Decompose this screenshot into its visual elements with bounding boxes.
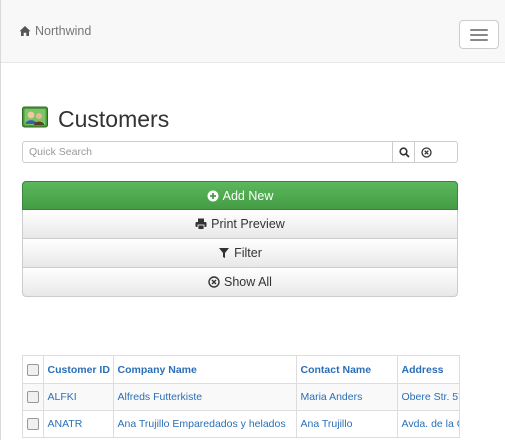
customer-id-cell[interactable]: ALFKI <box>43 383 114 411</box>
print-preview-button[interactable]: Print Preview <box>22 210 458 239</box>
table-row[interactable]: ALFKI Alfreds Futterkiste Maria Anders O… <box>23 383 459 411</box>
row-select-cell <box>23 410 44 438</box>
company-name-cell[interactable]: Ana Trujillo Emparedados y helados <box>113 410 297 438</box>
brand-label: Northwind <box>35 24 92 38</box>
customer-id-cell[interactable]: ANATR <box>43 410 114 438</box>
select-all-checkbox[interactable] <box>27 363 39 376</box>
page-header: Customers <box>22 104 169 134</box>
address-cell[interactable]: Avda. de la Constitución 2222 <box>397 410 459 438</box>
row-checkbox[interactable] <box>27 418 39 431</box>
company-name-cell[interactable]: Alfreds Futterkiste <box>113 383 297 411</box>
quick-search <box>22 141 458 163</box>
select-all-cell <box>23 356 44 384</box>
show-all-button[interactable]: Show All <box>22 268 458 297</box>
hamburger-menu-icon <box>470 29 488 31</box>
table-row[interactable]: ANATR Ana Trujillo Emparedados y helados… <box>23 410 459 438</box>
filter-button[interactable]: Filter <box>22 239 458 268</box>
navbar: Northwind <box>1 0 505 63</box>
column-header-contact-name[interactable]: Contact Name <box>296 356 398 384</box>
row-select-cell <box>23 383 44 411</box>
clear-search-button[interactable] <box>414 142 437 162</box>
table-header-row: Customer ID Company Name Contact Name Ad… <box>23 356 459 384</box>
brand-link[interactable]: Northwind <box>19 24 91 38</box>
printer-icon <box>195 218 207 230</box>
add-new-button[interactable]: Add New <box>22 181 458 210</box>
contact-name-cell[interactable]: Ana Trujillo <box>296 410 398 438</box>
action-buttons: Add New Print Preview Filter Show All <box>22 181 458 297</box>
add-new-label: Add New <box>222 188 274 203</box>
plus-circle-icon <box>207 190 219 202</box>
home-icon <box>19 25 31 37</box>
show-all-label: Show All <box>224 275 272 289</box>
page-title: Customers <box>58 105 170 132</box>
contact-name-cell[interactable]: Maria Anders <box>296 383 398 411</box>
print-preview-label: Print Preview <box>211 217 285 231</box>
clear-circle-icon <box>208 276 220 288</box>
column-header-company-name[interactable]: Company Name <box>113 356 297 384</box>
clear-circle-icon <box>420 146 432 158</box>
row-checkbox[interactable] <box>27 391 39 404</box>
filter-icon <box>218 247 230 259</box>
customers-table: Customer ID Company Name Contact Name Ad… <box>22 355 460 438</box>
hamburger-menu-button[interactable] <box>459 20 499 49</box>
search-button[interactable] <box>392 142 415 162</box>
column-header-customer-id[interactable]: Customer ID <box>43 356 114 384</box>
search-icon <box>398 146 410 158</box>
address-cell[interactable]: Obere Str. 57 <box>397 383 459 411</box>
column-header-address[interactable]: Address <box>397 356 459 384</box>
filter-label: Filter <box>234 246 262 260</box>
search-input[interactable] <box>23 142 393 162</box>
customers-icon <box>22 106 48 133</box>
